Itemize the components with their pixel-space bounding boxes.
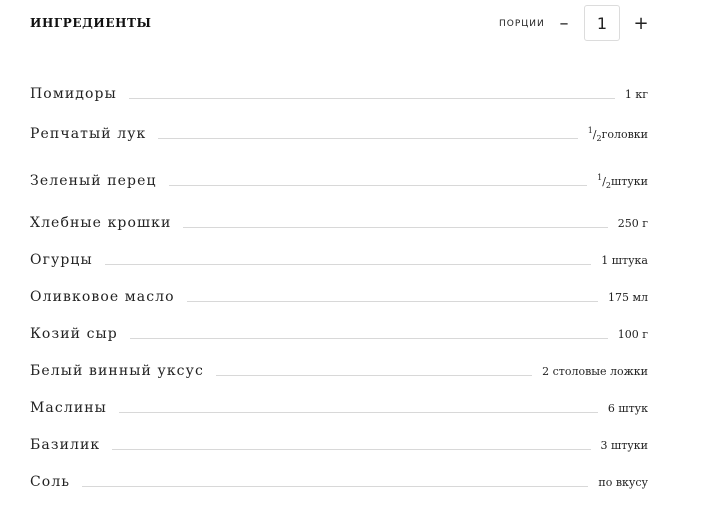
- ingredient-name: Оливковое масло: [30, 289, 175, 305]
- ingredient-row: Белый винный уксус 2 столовые ложки: [30, 361, 648, 381]
- fraction-denominator: 2: [596, 133, 602, 143]
- fraction-slash: /: [592, 127, 597, 141]
- dotted-leader: [186, 300, 598, 302]
- section-title: ИНГРЕДИЕНТЫ: [30, 16, 152, 30]
- ingredient-name: Белый винный уксус: [30, 363, 204, 379]
- ingredient-quantity: 1/2головки: [588, 126, 648, 143]
- ingredient-quantity: по вкусу: [598, 475, 648, 489]
- dotted-leader: [129, 337, 608, 339]
- ingredient-row: Козий сыр 100 г: [30, 324, 648, 344]
- ingredients-header: ИНГРЕДИЕНТЫ ПОРЦИИ – +: [0, 0, 727, 46]
- dotted-leader: [183, 226, 608, 228]
- fraction-numerator: 1: [597, 172, 603, 182]
- ingredient-quantity: 100 г: [617, 327, 648, 341]
- ingredient-quantity: 3 штуки: [600, 438, 649, 452]
- increase-servings-button[interactable]: +: [630, 12, 652, 36]
- dotted-leader: [215, 374, 533, 376]
- quantity-unit: головки: [601, 127, 648, 141]
- fraction-numerator: 1: [587, 125, 593, 135]
- fraction-denominator: 2: [605, 180, 611, 190]
- ingredient-name: Хлебные крошки: [30, 215, 172, 231]
- ingredient-quantity: 1/2штуки: [597, 173, 648, 190]
- ingredient-name: Зеленый перец: [30, 173, 157, 189]
- ingredient-row: Огурцы 1 штука: [30, 250, 648, 270]
- ingredient-row: Помидоры 1 кг: [30, 84, 648, 104]
- ingredient-name: Маслины: [30, 400, 107, 416]
- ingredient-row: Маслины 6 штук: [30, 398, 648, 418]
- servings-input[interactable]: [584, 5, 620, 41]
- ingredient-row: Зеленый перец 1/2штуки: [30, 171, 648, 191]
- ingredient-quantity: 250 г: [617, 216, 648, 230]
- ingredient-quantity: 2 столовые ложки: [542, 364, 648, 378]
- dotted-leader: [168, 184, 588, 186]
- dotted-leader: [104, 263, 592, 265]
- ingredient-quantity: 1 штука: [601, 253, 648, 267]
- dotted-leader: [158, 137, 578, 139]
- ingredient-quantity: 1 кг: [624, 87, 648, 101]
- ingredient-row: Соль по вкусу: [30, 472, 648, 492]
- ingredient-name: Огурцы: [30, 252, 93, 268]
- ingredient-row: Оливковое масло 175 мл: [30, 287, 648, 307]
- dotted-leader: [112, 448, 591, 450]
- ingredient-row: Хлебные крошки 250 г: [30, 213, 648, 233]
- ingredient-name: Базилик: [30, 437, 101, 453]
- ingredient-name: Козий сыр: [30, 326, 118, 342]
- dotted-leader: [118, 411, 598, 413]
- ingredient-name: Репчатый лук: [30, 126, 147, 142]
- decrease-servings-button[interactable]: –: [553, 12, 575, 36]
- ingredient-row: Репчатый лук 1/2головки: [30, 124, 648, 144]
- ingredient-quantity: 6 штук: [607, 401, 648, 415]
- ingredient-row: Базилик 3 штуки: [30, 435, 648, 455]
- ingredient-quantity: 175 мл: [607, 290, 648, 304]
- ingredients-list: Помидоры 1 кг Репчатый лук 1/2головки Зе…: [0, 0, 727, 508]
- dotted-leader: [128, 97, 615, 99]
- fraction-slash: /: [602, 174, 606, 188]
- quantity-unit: штуки: [611, 174, 648, 188]
- servings-label: ПОРЦИИ: [499, 19, 545, 29]
- dotted-leader: [82, 485, 589, 487]
- ingredient-name: Помидоры: [30, 86, 117, 102]
- ingredient-name: Соль: [30, 474, 71, 490]
